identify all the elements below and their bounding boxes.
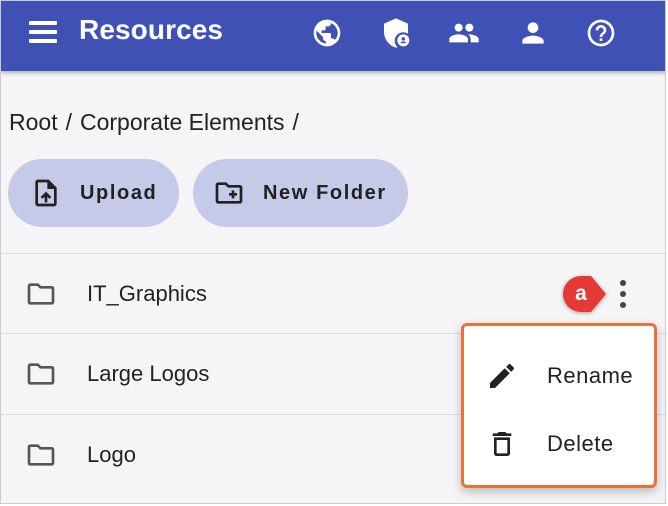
trash-icon xyxy=(492,432,512,456)
rename-label: Rename xyxy=(547,363,634,388)
rename-menu-item[interactable]: Rename xyxy=(464,345,654,407)
upload-button[interactable]: Upload xyxy=(8,159,179,227)
globe-icon[interactable] xyxy=(310,16,344,50)
folder-name: IT_Graphics xyxy=(87,280,207,306)
menu-icon[interactable] xyxy=(27,18,61,46)
breadcrumb-separator: / xyxy=(65,109,72,135)
folder-name: Large Logos xyxy=(87,360,210,386)
app-bar: Resources xyxy=(1,1,665,71)
upload-label: Upload xyxy=(80,181,158,204)
callout-label: a xyxy=(575,282,587,305)
breadcrumb-corporate-elements[interactable]: Corporate Elements xyxy=(80,109,285,135)
breadcrumb: Root / Corporate Elements / xyxy=(9,109,307,136)
person-icon[interactable] xyxy=(516,16,550,50)
help-icon[interactable] xyxy=(584,16,618,50)
new-folder-button[interactable]: New Folder xyxy=(193,159,408,227)
pencil-icon xyxy=(490,363,515,388)
breadcrumb-root[interactable]: Root xyxy=(9,109,58,135)
resources-window: Resources Root / Corporate Elements / Uploa… xyxy=(0,0,666,504)
new-folder-label: New Folder xyxy=(263,181,387,204)
file-upload-icon xyxy=(35,179,57,207)
delete-label: Delete xyxy=(547,431,614,456)
shield-account-icon[interactable] xyxy=(379,16,413,50)
folder-icon xyxy=(27,444,55,466)
folder-icon xyxy=(27,283,55,305)
create-folder-icon xyxy=(215,182,243,204)
group-icon[interactable] xyxy=(447,16,481,50)
breadcrumb-separator: / xyxy=(292,109,299,135)
folder-icon xyxy=(27,363,55,385)
page-title: Resources xyxy=(79,14,224,45)
more-options-icon[interactable] xyxy=(609,276,637,312)
folder-name: Logo xyxy=(87,441,136,467)
delete-menu-item[interactable]: Delete xyxy=(464,413,654,475)
context-menu: Rename Delete xyxy=(461,323,657,488)
